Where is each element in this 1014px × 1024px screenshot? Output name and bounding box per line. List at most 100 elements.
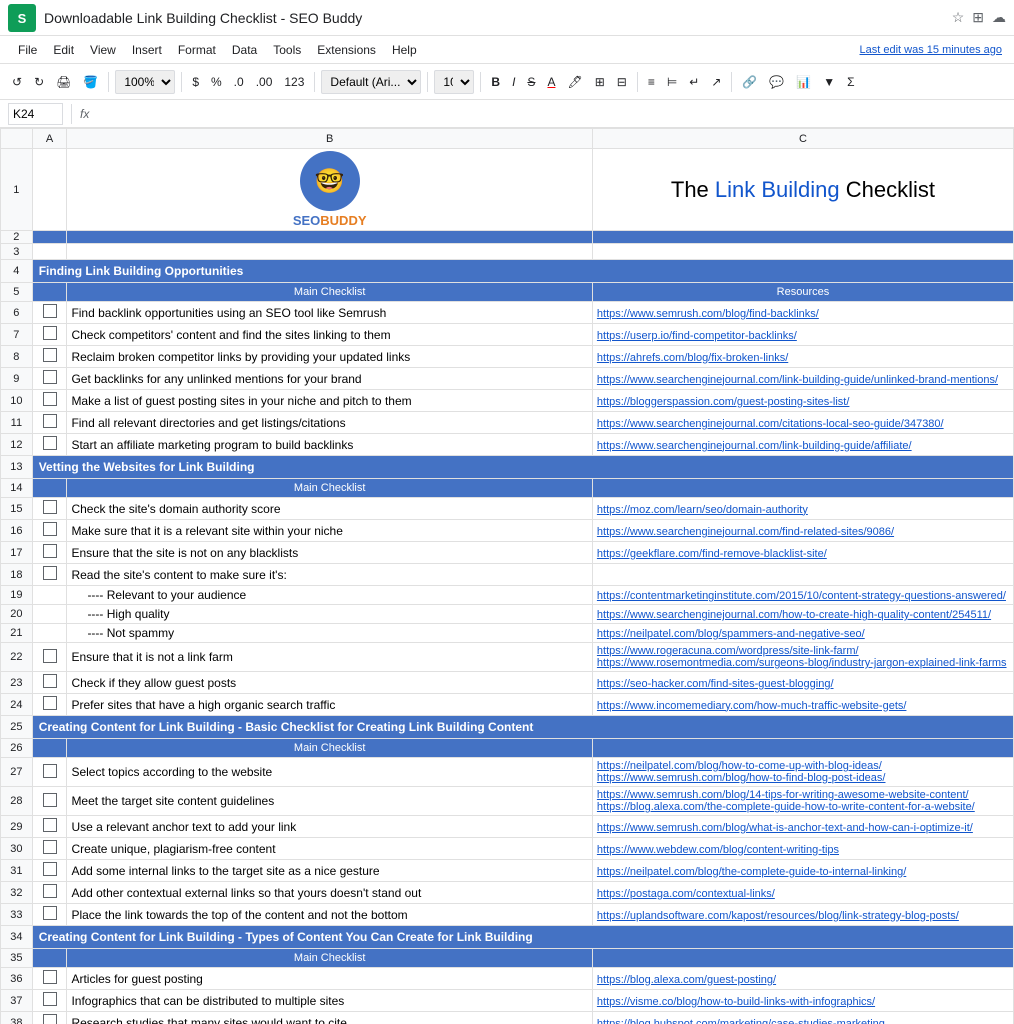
cell-c19[interactable]: https://contentmarketinginstitute.com/20… [592,586,1013,605]
link-11[interactable]: https://www.searchenginejournal.com/cita… [597,418,944,430]
cell-a23[interactable] [32,672,67,694]
col-header-c[interactable]: C [592,129,1013,149]
checkbox-7[interactable] [43,326,57,340]
checkbox-17[interactable] [43,544,57,558]
menu-data[interactable]: Data [226,41,263,59]
cell-c9[interactable]: https://www.searchenginejournal.com/link… [592,368,1013,390]
cell-a19[interactable] [32,586,67,605]
link-22a[interactable]: https://www.rogeracuna.com/wordpress/sit… [597,645,859,657]
cell-a31[interactable] [32,860,67,882]
cell-c7[interactable]: https://userp.io/find-competitor-backlin… [592,324,1013,346]
cell-b23[interactable]: Check if they allow guest posts [67,672,592,694]
menu-extensions[interactable]: Extensions [311,41,382,59]
checkbox-30[interactable] [43,840,57,854]
cell-c38[interactable]: https://blog.hubspot.com/marketing/case-… [592,1012,1013,1024]
link-22b[interactable]: https://www.rosemontmedia.com/surgeons-b… [597,657,1007,669]
cell-c10[interactable]: https://bloggerspassion.com/guest-postin… [592,390,1013,412]
checkbox-8[interactable] [43,348,57,362]
font-size-select[interactable]: 10 [434,70,474,94]
chart-button[interactable]: 📊 [792,73,815,91]
link-6[interactable]: https://www.semrush.com/blog/find-backli… [597,308,819,320]
percent-button[interactable]: % [207,73,226,91]
checkbox-12[interactable] [43,436,57,450]
cell-c33[interactable]: https://uplandsoftware.com/kapost/resour… [592,904,1013,926]
cell-b12[interactable]: Start an affiliate marketing program to … [67,434,592,456]
cell-c27[interactable]: https://neilpatel.com/blog/how-to-come-u… [592,758,1013,787]
menu-view[interactable]: View [84,41,122,59]
wrap-button[interactable]: ↵ [685,73,703,91]
checkbox-18[interactable] [43,566,57,580]
checkbox-33[interactable] [43,906,57,920]
cell-c6[interactable]: https://www.semrush.com/blog/find-backli… [592,302,1013,324]
cell-b11[interactable]: Find all relevant directories and get li… [67,412,592,434]
cell-a24[interactable] [32,694,67,716]
cell-c17[interactable]: https://geekflare.com/find-remove-blackl… [592,542,1013,564]
checkbox-29[interactable] [43,818,57,832]
checkbox-37[interactable] [43,992,57,1006]
align-button[interactable]: ≡ [644,73,659,91]
link-37[interactable]: https://visme.co/blog/how-to-build-links… [597,996,875,1008]
cell-c32[interactable]: https://postaga.com/contextual-links/ [592,882,1013,904]
cell-c11[interactable]: https://www.searchenginejournal.com/cita… [592,412,1013,434]
checkbox-23[interactable] [43,674,57,688]
cell-a8[interactable] [32,346,67,368]
cell-a15[interactable] [32,498,67,520]
link-20[interactable]: https://www.searchenginejournal.com/how-… [597,609,991,621]
checkbox-16[interactable] [43,522,57,536]
cell-c8[interactable]: https://ahrefs.com/blog/fix-broken-links… [592,346,1013,368]
cell-c16[interactable]: https://www.searchenginejournal.com/find… [592,520,1013,542]
cell-c30[interactable]: https://www.webdew.com/blog/content-writ… [592,838,1013,860]
cell-c18[interactable] [592,564,1013,586]
format-number[interactable]: 123 [280,73,308,91]
checkbox-32[interactable] [43,884,57,898]
link-24[interactable]: https://www.incomemediary.com/how-much-t… [597,700,907,712]
checkbox-28[interactable] [43,793,57,807]
col-header-b[interactable]: B [67,129,592,149]
function-button[interactable]: Σ [843,73,858,91]
cell-a32[interactable] [32,882,67,904]
cell-a37[interactable] [32,990,67,1012]
menu-file[interactable]: File [12,41,43,59]
checkbox-38[interactable] [43,1014,57,1024]
link-21[interactable]: https://neilpatel.com/blog/spammers-and-… [597,628,865,640]
cell-a27[interactable] [32,758,67,787]
link-32[interactable]: https://postaga.com/contextual-links/ [597,888,775,900]
checkbox-15[interactable] [43,500,57,514]
cell-a29[interactable] [32,816,67,838]
cell-a20[interactable] [32,605,67,624]
link-33[interactable]: https://uplandsoftware.com/kapost/resour… [597,910,959,922]
cell-c28[interactable]: https://www.semrush.com/blog/14-tips-for… [592,787,1013,816]
cell-c12[interactable]: https://www.searchenginejournal.com/link… [592,434,1013,456]
filter-button[interactable]: ▼ [819,73,839,91]
cell-a21[interactable] [32,624,67,643]
cell-c36[interactable]: https://blog.alexa.com/guest-posting/ [592,968,1013,990]
zoom-select[interactable]: 100% [115,70,175,94]
cell-b17[interactable]: Ensure that the site is not on any black… [67,542,592,564]
comment-button[interactable]: 💬 [765,73,788,91]
cell-b36[interactable]: Articles for guest posting [67,968,592,990]
star-icon[interactable]: ☆ [952,9,965,26]
link-28a[interactable]: https://www.semrush.com/blog/14-tips-for… [597,789,969,801]
cell-b37[interactable]: Infographics that can be distributed to … [67,990,592,1012]
decimal-increase[interactable]: .00 [252,73,277,91]
cell-c29[interactable]: https://www.semrush.com/blog/what-is-anc… [592,816,1013,838]
cell-b30[interactable]: Create unique, plagiarism-free content [67,838,592,860]
cell-b1[interactable]: 🤓 SEOBUDDY [67,149,592,231]
menu-edit[interactable]: Edit [47,41,80,59]
cell-c15[interactable]: https://moz.com/learn/seo/domain-authori… [592,498,1013,520]
cell-a10[interactable] [32,390,67,412]
cell-b24[interactable]: Prefer sites that have a high organic se… [67,694,592,716]
link-28b[interactable]: https://blog.alexa.com/the-complete-guid… [597,801,975,813]
cell-a9[interactable] [32,368,67,390]
borders-button[interactable]: ⊞ [591,73,609,91]
cell-b27[interactable]: Select topics according to the website [67,758,592,787]
cell-a30[interactable] [32,838,67,860]
cell-b32[interactable]: Add other contextual external links so t… [67,882,592,904]
cell-b21[interactable]: ---- Not spammy [67,624,592,643]
checkbox-9[interactable] [43,370,57,384]
cell-a17[interactable] [32,542,67,564]
cell-a33[interactable] [32,904,67,926]
link-27b[interactable]: https://www.semrush.com/blog/how-to-find… [597,772,886,784]
menu-tools[interactable]: Tools [267,41,307,59]
link-15[interactable]: https://moz.com/learn/seo/domain-authori… [597,504,808,516]
